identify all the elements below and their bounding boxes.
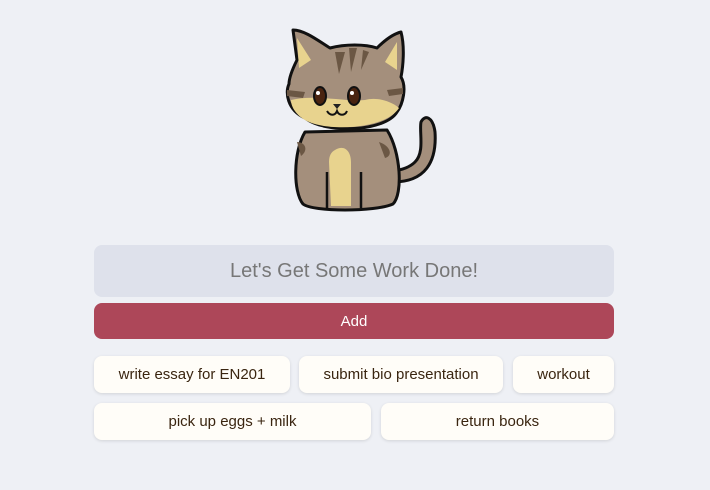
task-input[interactable]: [94, 245, 614, 297]
todo-item[interactable]: submit bio presentation: [299, 356, 503, 393]
todo-label: workout: [537, 366, 590, 383]
todo-label: submit bio presentation: [323, 366, 479, 383]
cat-mascot-illustration: [285, 28, 437, 212]
todo-item[interactable]: return books: [381, 403, 614, 440]
todo-item[interactable]: write essay for EN201: [94, 356, 290, 393]
todo-item[interactable]: pick up eggs + milk: [94, 403, 371, 440]
todo-item[interactable]: workout: [513, 356, 614, 393]
todo-label: return books: [455, 413, 540, 430]
todo-label: pick up eggs + milk: [168, 413, 297, 430]
add-button[interactable]: Add: [94, 303, 614, 339]
todo-label: write essay for EN201: [118, 366, 266, 383]
